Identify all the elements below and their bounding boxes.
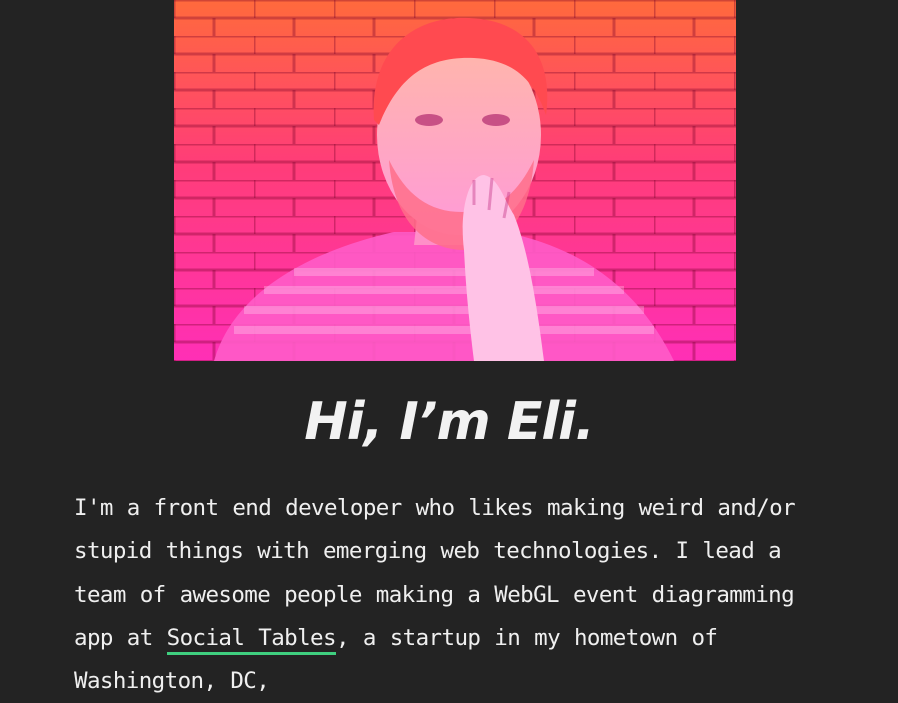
social-tables-link[interactable]: Social Tables [166,624,337,655]
bio-paragraph: I'm a front end developer who likes maki… [74,487,844,703]
page-title: Hi, I’m Eli. [304,392,595,452]
hero-portrait-image [174,0,736,361]
portrait-illustration [174,0,736,361]
